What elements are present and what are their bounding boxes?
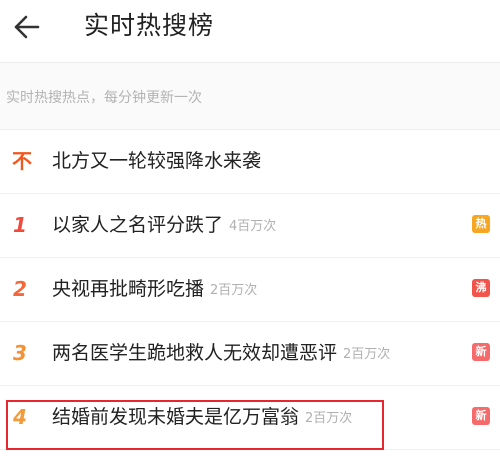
pinned-top-icon: 不 (12, 149, 32, 173)
new-badge: 新 (472, 407, 490, 425)
item-title: 结婚前发现未婚夫是亿万富翁 2百万次 (52, 404, 352, 432)
boil-badge: 沸 (472, 279, 490, 297)
hot-search-list: 不 北方又一轮较强降水来袭 1 以家人之名评分跌了 4百万次 热 2 央视再批畸形… (0, 130, 500, 450)
item-title: 央视再批畸形吃播 2百万次 (52, 276, 257, 304)
item-title-text: 央视再批畸形吃播 (52, 278, 205, 300)
search-count: 4百万次 (229, 219, 277, 234)
new-badge: 新 (472, 343, 490, 361)
item-title: 两名医学生跪地救人无效却遭恶评 2百万次 (52, 340, 390, 368)
page-title: 实时热搜榜 (84, 11, 215, 40)
search-count: 2百万次 (210, 283, 258, 298)
rank-number: 2 (13, 277, 27, 301)
item-title-text: 结婚前发现未婚夫是亿万富翁 (52, 406, 300, 428)
item-title-text: 两名医学生跪地救人无效却遭恶评 (52, 342, 338, 364)
list-item[interactable]: 2 央视再批畸形吃播 2百万次 沸 (0, 258, 500, 322)
hot-badge: 热 (472, 215, 490, 233)
update-subtitle: 实时热搜热点，每分钟更新一次 (6, 90, 202, 106)
list-item[interactable]: 4 结婚前发现未婚夫是亿万富翁 2百万次 新 (0, 386, 500, 450)
list-item[interactable]: 不 北方又一轮较强降水来袭 (0, 130, 500, 194)
rank-number: 3 (13, 341, 27, 365)
search-count: 2百万次 (305, 411, 353, 426)
rank-number: 4 (13, 405, 27, 429)
item-title: 以家人之名评分跌了 4百万次 (52, 212, 276, 240)
list-item[interactable]: 1 以家人之名评分跌了 4百万次 热 (0, 194, 500, 258)
arrow-left-icon[interactable] (10, 10, 44, 44)
item-title: 北方又一轮较强降水来袭 (52, 148, 261, 174)
subtitle-bar: 实时热搜热点，每分钟更新一次 (0, 63, 500, 130)
item-title-text: 北方又一轮较强降水来袭 (52, 150, 262, 172)
item-title-text: 以家人之名评分跌了 (52, 214, 224, 236)
rank-number: 1 (13, 213, 27, 237)
list-item[interactable]: 3 两名医学生跪地救人无效却遭恶评 2百万次 新 (0, 322, 500, 386)
header-bar: 实时热搜榜 (0, 0, 500, 63)
search-count: 2百万次 (343, 347, 391, 362)
